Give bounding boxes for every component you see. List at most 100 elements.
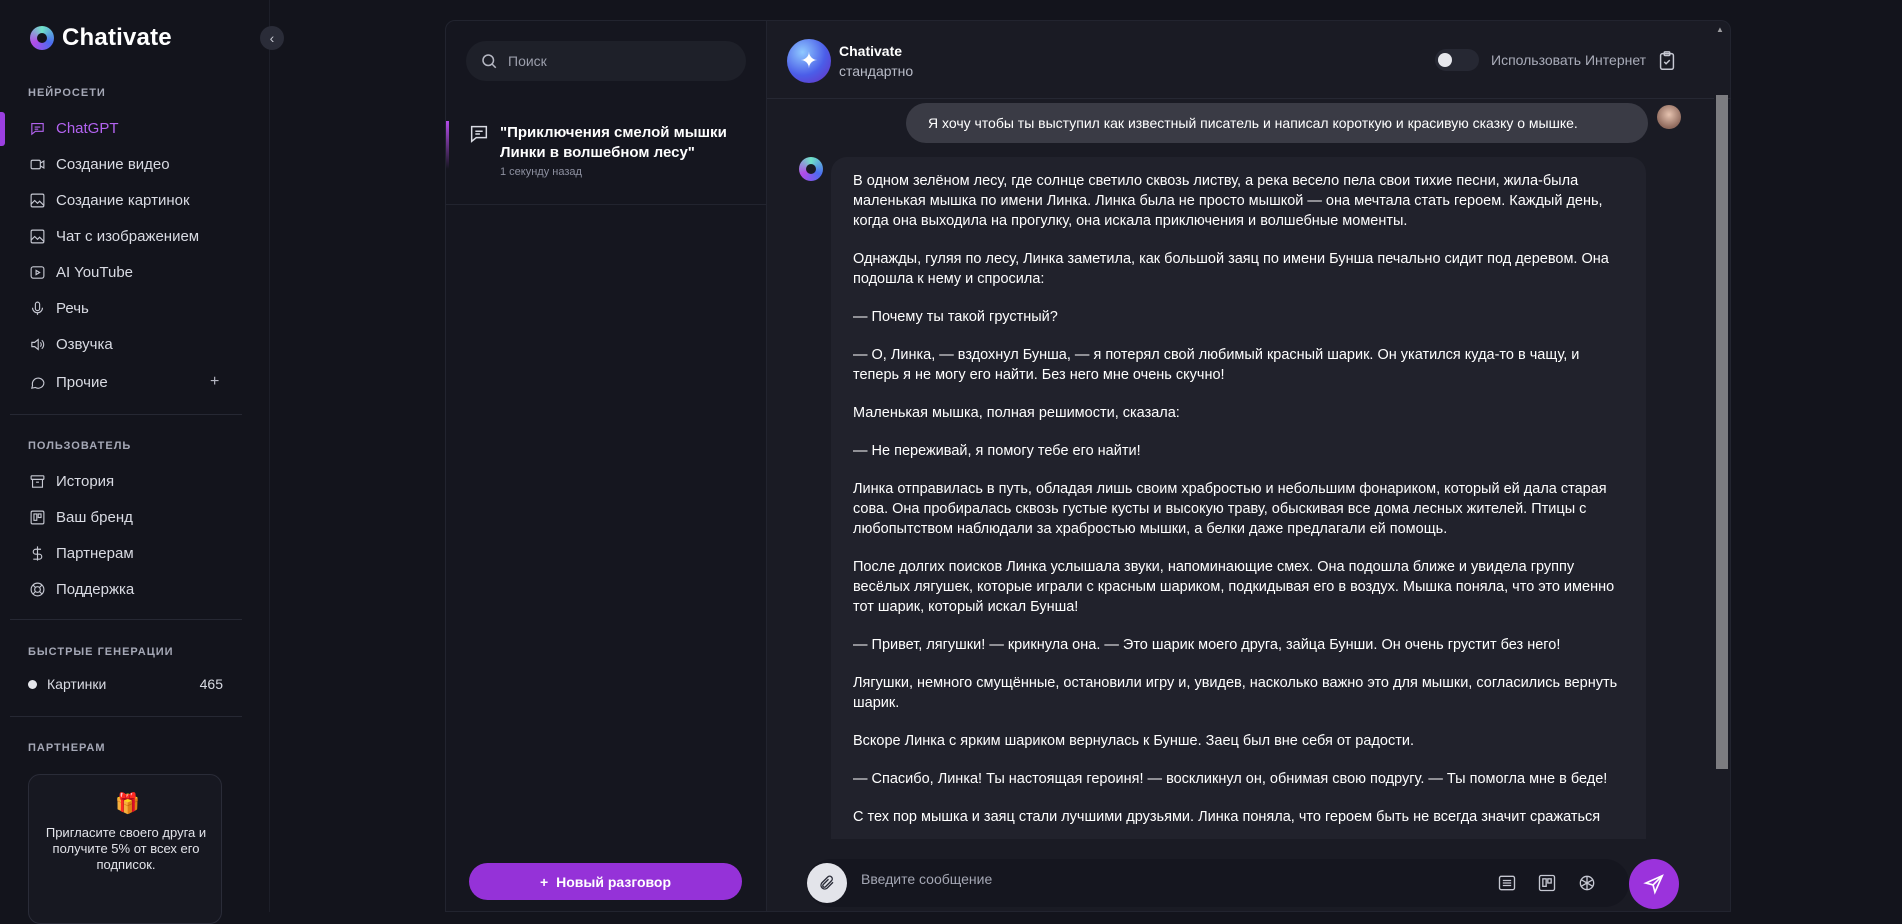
sidebar-item-partners[interactable]: Партнерам (0, 538, 245, 568)
sidebar: Chativate НЕЙРОСЕТИ ChatGPT Создание вид… (0, 0, 270, 924)
conversation-header: ✦ Chativate стандартно Использовать Инте… (767, 21, 1731, 99)
divider (10, 716, 242, 717)
chat-list-icon (468, 123, 490, 150)
archive-icon (28, 472, 46, 490)
sidebar-item-label: Озвучка (56, 335, 113, 353)
message-paragraph: Маленькая мышка, полная решимости, сказа… (853, 405, 1180, 421)
send-button[interactable] (1629, 859, 1679, 909)
youtube-icon (28, 263, 46, 281)
message-paragraph: Вскоре Линка с ярким шариком вернулась к… (853, 733, 1414, 749)
chats-panel: "Приключения смелой мышки Линки в волшеб… (445, 20, 767, 912)
sidebar-item-label: Партнерам (56, 544, 134, 562)
sidebar-item-video[interactable]: Создание видео (0, 149, 245, 179)
section-title-user: ПОЛЬЗОВАТЕЛЬ (28, 440, 132, 452)
bot-name: Chativate (839, 43, 903, 59)
sidebar-item-label: AI YouTube (56, 263, 134, 281)
assistant-avatar (799, 157, 823, 181)
search-icon (482, 54, 497, 69)
search-input[interactable] (508, 53, 728, 69)
scroll-up-arrow[interactable]: ▲ (1716, 25, 1724, 34)
expand-plus-icon[interactable]: + (210, 373, 219, 391)
message-composer (807, 859, 1629, 907)
internet-toggle-label: Использовать Интернет (1491, 52, 1647, 68)
prompt-list-icon[interactable] (1495, 871, 1519, 895)
message-paragraph: Однажды, гуляя по лесу, Линка заметила, … (853, 251, 1609, 287)
send-icon (1643, 874, 1664, 895)
openai-model-icon[interactable] (1575, 871, 1599, 895)
message-paragraph: — Спасибо, Линка! Ты настоящая героиня! … (853, 771, 1608, 787)
conversation-panel: ✦ Chativate стандартно Использовать Инте… (767, 20, 1731, 912)
chat-list-item[interactable]: "Приключения смелой мышки Линки в волшеб… (446, 113, 766, 205)
board-icon[interactable] (1535, 871, 1559, 895)
plus-icon: + (539, 873, 549, 890)
lifebuoy-icon (28, 580, 46, 598)
sidebar-item-label: Чат с изображением (56, 227, 200, 245)
bot-mode[interactable]: стандартно (839, 63, 913, 79)
message-paragraph: — Почему ты такой грустный? (853, 309, 1058, 325)
chat-title: "Приключения смелой мышки Линки в волшеб… (500, 124, 727, 161)
sparkle-icon: ✦ (799, 48, 819, 73)
message-paragraph: — Привет, лягушки! — крикнула она. — Это… (853, 637, 1561, 653)
toggle-knob (1438, 53, 1452, 67)
user-message: Я хочу чтобы ты выступил как известный п… (906, 103, 1648, 143)
gift-icon: 🎁 (115, 793, 140, 815)
sidebar-item-youtube[interactable]: AI YouTube (0, 257, 245, 287)
sidebar-item-label: Прочие (56, 373, 108, 391)
collapse-sidebar-button[interactable]: ‹ (260, 26, 284, 50)
referral-promo-card: 🎁 Пригласите своего друга и получите 5% … (28, 774, 222, 924)
sidebar-item-speech[interactable]: Речь (0, 293, 245, 323)
chat-active-accent (446, 121, 449, 169)
user-avatar (1657, 105, 1681, 129)
sidebar-item-history[interactable]: История (0, 466, 245, 496)
new-chat-label: Новый разговор (556, 873, 672, 890)
chativate-logo-icon (30, 26, 54, 50)
sidebar-item-label: Поддержка (56, 580, 135, 598)
message-input[interactable] (861, 871, 1441, 887)
chat-bubble-icon (28, 119, 46, 137)
new-chat-button[interactable]: + Новый разговор (469, 863, 742, 900)
message-paragraph: Лягушки, немного смущённые, остановили и… (853, 675, 1618, 711)
sidebar-item-images[interactable]: Создание картинок (0, 185, 245, 215)
sidebar-item-brand[interactable]: Ваш бренд (0, 502, 245, 532)
video-camera-icon (28, 155, 46, 173)
sidebar-item-chatgpt[interactable]: ChatGPT (0, 113, 245, 143)
message-paragraph: С тех пор мышка и заяц стали лучшими дру… (853, 809, 1601, 825)
message-paragraph: После долгих поисков Линка услышала звук… (853, 559, 1615, 615)
sidebar-item-label: ChatGPT (56, 119, 119, 137)
sidebar-item-label: Ваш бренд (56, 508, 133, 526)
section-title-networks: НЕЙРОСЕТИ (28, 87, 106, 99)
quick-item-label: Картинки (47, 676, 107, 692)
bot-avatar: ✦ (787, 39, 831, 83)
sidebar-item-image-chat[interactable]: Чат с изображением (0, 221, 245, 251)
quick-item-images[interactable]: Картинки 465 (28, 676, 223, 692)
speaker-icon (28, 335, 46, 353)
message-paragraph: — Не переживай, я помогу тебе его найти! (853, 443, 1141, 459)
message-circle-icon (28, 373, 46, 391)
search-box[interactable] (466, 41, 746, 81)
sidebar-item-other[interactable]: Прочие (0, 367, 245, 397)
brand-board-icon (28, 508, 46, 526)
app-name: Chativate (62, 24, 172, 51)
attach-button[interactable] (807, 863, 847, 903)
right-gutter (1731, 0, 1902, 912)
internet-toggle[interactable] (1435, 49, 1479, 71)
logo[interactable]: Chativate (30, 24, 172, 52)
clipboard-icon[interactable] (1656, 49, 1678, 78)
sidebar-item-voiceover[interactable]: Озвучка (0, 329, 245, 359)
message-paragraph: — О, Линка, — вздохнул Бунша, — я потеря… (853, 347, 1580, 383)
divider (10, 619, 242, 620)
dollar-icon (28, 544, 46, 562)
image-icon (28, 191, 46, 209)
promo-text: Пригласите своего друга и получите 5% от… (45, 825, 207, 872)
scrollbar-thumb[interactable] (1716, 95, 1728, 769)
message-paragraph: В одном зелёном лесу, где солнце светило… (853, 173, 1603, 229)
sidebar-item-support[interactable]: Поддержка (0, 574, 245, 604)
section-title-quick: БЫСТРЫЕ ГЕНЕРАЦИИ (28, 646, 174, 658)
message-paragraph: Линка отправилась в путь, обладая лишь с… (853, 481, 1607, 537)
sidebar-item-label: История (56, 472, 115, 490)
divider (10, 414, 242, 415)
paperclip-icon (820, 875, 834, 890)
image-chat-icon (28, 227, 46, 245)
chat-timestamp: 1 секунду назад (500, 166, 582, 178)
status-dot (28, 679, 37, 689)
